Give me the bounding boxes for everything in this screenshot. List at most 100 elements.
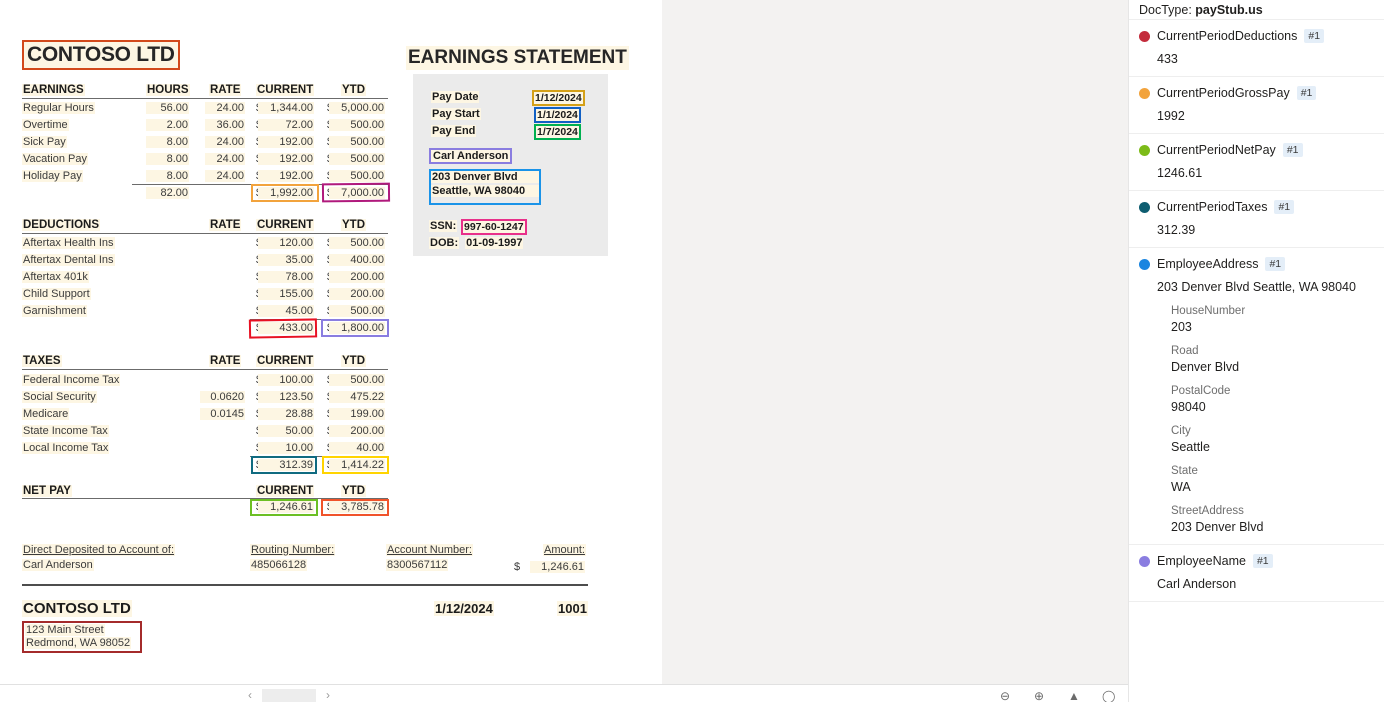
field-header: EmployeeAddress #1 [1139, 257, 1374, 271]
earnings-row-rate: 24.00 [205, 136, 245, 148]
field-color-dot [1139, 201, 1150, 213]
field-employeename[interactable]: EmployeeName #1 Carl Anderson [1129, 545, 1384, 602]
footer-address-line1: 123 Main Street [25, 624, 105, 636]
deductions-row-name: Garnishment [22, 305, 87, 317]
deposit-amount-value: 1,246.61 [530, 561, 585, 573]
deposit-amount-label: Amount: [543, 544, 586, 556]
field-header: CurrentPeriodTaxes #1 [1139, 200, 1374, 214]
viewer-toolbar[interactable]: ‹ › ⊖ ⊕ ▲ ◯ [0, 684, 1128, 702]
taxes-row-current: 10.00 [258, 442, 314, 454]
next-page-button[interactable]: › [326, 688, 330, 702]
field-label: CurrentPeriodGrossPay [1157, 86, 1290, 100]
employee-address-line2: Seattle, WA 98040 [431, 185, 539, 197]
field-currentperiodgrosspay[interactable]: CurrentPeriodGrossPay #1 1992 [1129, 77, 1384, 134]
field-currentperioddeductions[interactable]: CurrentPeriodDeductions #1 433 [1129, 20, 1384, 77]
subfield-postalcode[interactable]: PostalCode 98040 [1171, 385, 1374, 414]
subfield-housenumber[interactable]: HouseNumber 203 [1171, 305, 1374, 334]
comment-icon[interactable]: ◯ [1102, 689, 1116, 702]
taxes-row-name: Medicare [22, 408, 70, 420]
pay-end-label: Pay End [431, 125, 477, 137]
earnings-row-current: 72.00 [258, 119, 314, 131]
subfield-label: HouseNumber [1171, 305, 1246, 317]
earnings-total-hours: 82.00 [146, 187, 189, 199]
taxes-row-name: State Income Tax [22, 425, 109, 437]
overlay-taxes-current [251, 456, 317, 474]
footer-check-number: 1001 [557, 601, 588, 616]
field-label: CurrentPeriodNetPay [1157, 143, 1276, 157]
field-header: CurrentPeriodDeductions #1 [1139, 29, 1374, 43]
employee-name: Carl Anderson [429, 148, 513, 164]
deductions-title: DEDUCTIONS [22, 219, 101, 231]
earnings-row-current: 1,344.00 [258, 102, 314, 114]
field-header: EmployeeName #1 [1139, 554, 1374, 568]
subfield-state[interactable]: State WA [1171, 465, 1374, 494]
subfield-city[interactable]: City Seattle [1171, 425, 1374, 454]
doctype-value: payStub.us [1195, 3, 1263, 17]
subfield-label: State [1171, 465, 1198, 477]
field-occurrence-badge: #1 [1304, 29, 1325, 43]
taxes-row-name: Social Security [22, 391, 97, 403]
earnings-row-hours: 8.00 [146, 136, 189, 148]
deductions-row-ytd: 200.00 [329, 271, 385, 283]
deposit-account-value: 8300567112 [386, 559, 449, 571]
earnings-row-rate: 24.00 [205, 153, 245, 165]
deductions-row-name: Aftertax Health Ins [22, 237, 115, 249]
company-title: CONTOSO LTD [22, 40, 180, 70]
overlay-netpay-ytd [321, 499, 389, 516]
earnings-row-name: Holiday Pay [22, 170, 83, 182]
deductions-row-ytd: 400.00 [329, 254, 385, 266]
taxes-row-ytd: 200.00 [329, 425, 385, 437]
taxes-row-ytd: 500.00 [329, 374, 385, 386]
field-currentperiodtaxes[interactable]: CurrentPeriodTaxes #1 312.39 [1129, 191, 1384, 248]
zoom-out-icon[interactable]: ⊖ [1000, 689, 1014, 702]
deductions-row-ytd: 200.00 [329, 288, 385, 300]
earnings-row-rate: 24.00 [205, 102, 245, 114]
field-color-dot [1139, 555, 1150, 567]
overlay-gross-ytd [321, 182, 391, 203]
subfield-value: Denver Blvd [1171, 360, 1240, 374]
page-navigation[interactable]: ‹ › [248, 688, 330, 702]
field-employeeaddress[interactable]: EmployeeAddress #1 203 Denver Blvd Seatt… [1129, 248, 1384, 545]
dob-label: DOB: 01-09-1997 [429, 237, 524, 249]
taxes-col-rate: RATE [209, 355, 242, 367]
earnings-header-rule [22, 98, 388, 99]
subfield-label: Road [1171, 345, 1199, 357]
taxes-row-rate: 0.0145 [200, 408, 245, 420]
taxes-row-ytd: 475.22 [329, 391, 385, 403]
field-value: 1992 [1157, 109, 1185, 123]
netpay-title: NET PAY [22, 485, 72, 497]
overlay-gross-current [251, 184, 319, 202]
taxes-row-current: 100.00 [258, 374, 314, 386]
zoom-in-icon[interactable]: ⊕ [1034, 689, 1048, 702]
overlay-netpay-current [250, 499, 318, 516]
deductions-row-current: 45.00 [258, 305, 314, 317]
taxes-row-name: Local Income Tax [22, 442, 110, 454]
netpay-col-current: CURRENT [256, 485, 315, 497]
extraction-sidebar[interactable]: DocType: payStub.us CurrentPeriodDeducti… [1128, 0, 1384, 702]
page-number-input[interactable] [262, 688, 316, 702]
field-occurrence-badge: #1 [1265, 257, 1286, 271]
viewer-tools[interactable]: ⊖ ⊕ ▲ ◯ [1000, 689, 1116, 702]
field-occurrence-badge: #1 [1252, 554, 1273, 568]
subfield-label: City [1171, 425, 1191, 437]
paystub-document: CONTOSO LTD EARNINGS STATEMENT Pay Date … [0, 0, 662, 684]
document-viewer[interactable]: CONTOSO LTD EARNINGS STATEMENT Pay Date … [0, 0, 1128, 702]
fit-page-icon[interactable]: ▲ [1068, 689, 1082, 702]
subfield-streetaddress[interactable]: StreetAddress 203 Denver Blvd [1171, 505, 1374, 534]
earnings-col-rate: RATE [209, 84, 242, 96]
deductions-col-rate: RATE [209, 219, 242, 231]
taxes-row-ytd: 40.00 [329, 442, 385, 454]
footer-address-line2: Redmond, WA 98052 [25, 637, 132, 649]
ssn-label: SSN: [429, 220, 458, 232]
earnings-row-name: Overtime [22, 119, 69, 131]
deposit-account-label: Account Number: [386, 544, 473, 556]
employee-address-box: 203 Denver Blvd Seattle, WA 98040 [429, 169, 541, 205]
statement-title: EARNINGS STATEMENT [406, 46, 629, 70]
pay-end-value: 1/7/2024 [534, 124, 581, 140]
subfield-value: 203 Denver Blvd [1171, 520, 1264, 534]
prev-page-button[interactable]: ‹ [248, 688, 252, 702]
subfield-road[interactable]: Road Denver Blvd [1171, 345, 1374, 374]
field-currentperiodnetpay[interactable]: CurrentPeriodNetPay #1 1246.61 [1129, 134, 1384, 191]
deposit-divider [22, 584, 588, 586]
earnings-row-name: Regular Hours [22, 102, 95, 114]
